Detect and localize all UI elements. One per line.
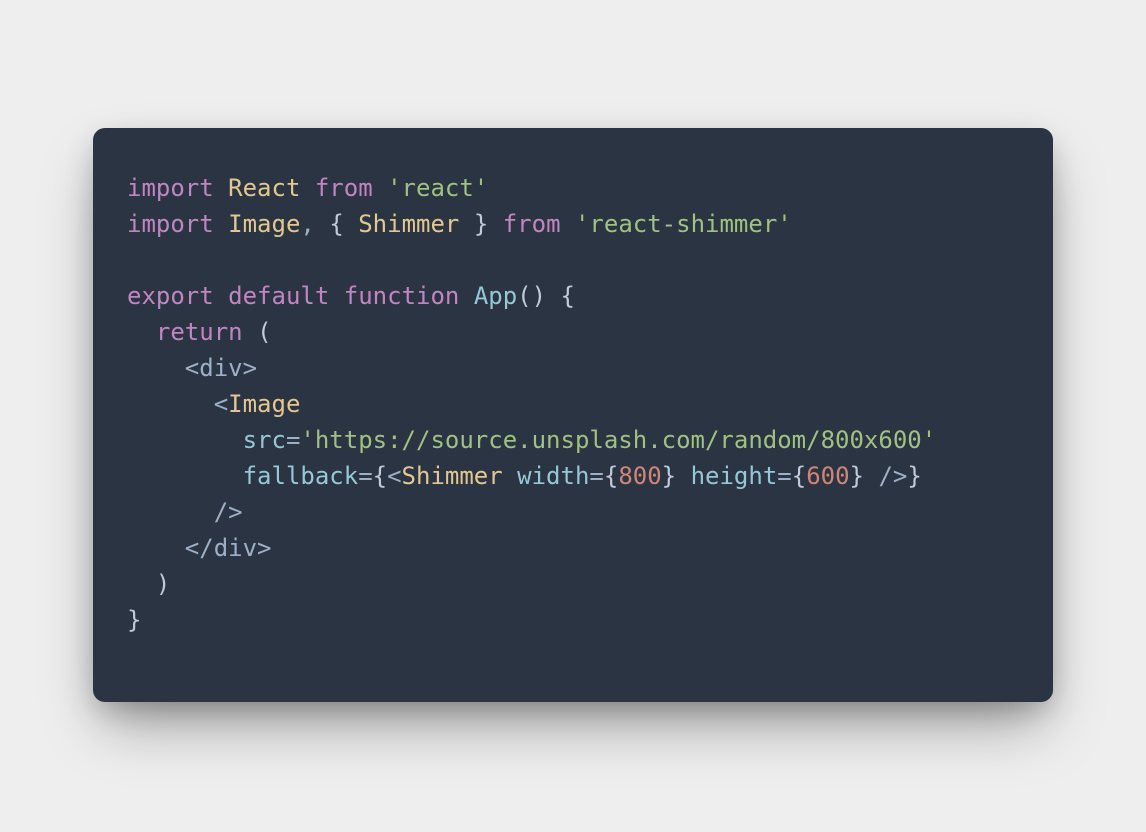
indent xyxy=(127,354,185,382)
equals: = xyxy=(777,462,791,490)
attr-width: width xyxy=(517,462,589,490)
space xyxy=(676,462,690,490)
number-600: 600 xyxy=(806,462,849,490)
number-800: 800 xyxy=(618,462,661,490)
keyword-from: from xyxy=(315,174,373,202)
brace-open: { xyxy=(561,282,575,310)
brace-close: } xyxy=(662,462,676,490)
angle-open: < xyxy=(214,390,228,418)
space xyxy=(503,462,517,490)
keyword-from: from xyxy=(503,210,561,238)
keyword-return: return xyxy=(156,318,243,346)
brace-close: } xyxy=(127,606,141,634)
code-block: import React from 'react' import Image, … xyxy=(127,170,1019,638)
brace-open: { xyxy=(329,210,343,238)
comma: , xyxy=(300,210,314,238)
identifier-shimmer: Shimmer xyxy=(358,210,459,238)
equals: = xyxy=(589,462,603,490)
indent xyxy=(127,426,243,454)
brace-close: } xyxy=(850,462,864,490)
indent xyxy=(127,498,214,526)
paren-open: ( xyxy=(257,318,271,346)
indent xyxy=(127,318,156,346)
paren-close: ) xyxy=(532,282,546,310)
brace-close: } xyxy=(907,462,921,490)
tag-self-close: /> xyxy=(214,498,243,526)
keyword-import: import xyxy=(127,210,214,238)
brace-open: { xyxy=(373,462,387,490)
string-url: 'https://source.unsplash.com/random/800x… xyxy=(300,426,936,454)
string-react-shimmer: 'react-shimmer' xyxy=(575,210,792,238)
equals: = xyxy=(286,426,300,454)
indent xyxy=(127,462,243,490)
code-snippet-card: import React from 'react' import Image, … xyxy=(93,128,1053,702)
keyword-import: import xyxy=(127,174,214,202)
tag-div-open: <div> xyxy=(185,354,257,382)
string-react: 'react' xyxy=(387,174,488,202)
indent xyxy=(127,534,185,562)
jsx-component-shimmer: Shimmer xyxy=(402,462,503,490)
brace-close: } xyxy=(474,210,488,238)
brace-open: { xyxy=(792,462,806,490)
equals: = xyxy=(358,462,372,490)
jsx-component-image: Image xyxy=(228,390,300,418)
indent xyxy=(127,390,214,418)
paren-close: ) xyxy=(156,570,170,598)
keyword-export: export xyxy=(127,282,214,310)
tag-div-close: </div> xyxy=(185,534,272,562)
identifier-image: Image xyxy=(228,210,300,238)
indent xyxy=(127,570,156,598)
keyword-default: default xyxy=(228,282,329,310)
function-name-app: App xyxy=(474,282,517,310)
paren-open: ( xyxy=(517,282,531,310)
keyword-function: function xyxy=(344,282,460,310)
brace-open: { xyxy=(604,462,618,490)
angle-open: < xyxy=(387,462,401,490)
identifier-react: React xyxy=(228,174,300,202)
attr-height: height xyxy=(691,462,778,490)
attr-fallback: fallback xyxy=(243,462,359,490)
tag-self-close: /> xyxy=(878,462,907,490)
space xyxy=(864,462,878,490)
attr-src: src xyxy=(243,426,286,454)
